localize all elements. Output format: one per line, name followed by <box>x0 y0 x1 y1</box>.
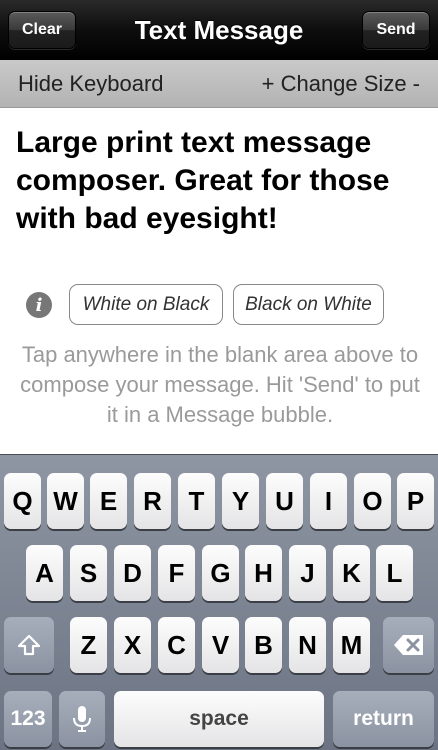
info-icon[interactable]: i <box>26 292 52 318</box>
key-g[interactable]: G <box>202 545 239 601</box>
key-a[interactable]: A <box>26 545 63 601</box>
key-i[interactable]: I <box>310 473 347 529</box>
key-x[interactable]: X <box>114 617 151 673</box>
white-on-black-button[interactable]: White on Black <box>69 284 223 325</box>
key-y[interactable]: Y <box>222 473 259 529</box>
send-button[interactable]: Send <box>362 11 430 49</box>
key-o[interactable]: O <box>354 473 391 529</box>
return-key[interactable]: return <box>333 691 434 747</box>
key-c[interactable]: C <box>158 617 195 673</box>
key-h[interactable]: H <box>245 545 282 601</box>
clear-button[interactable]: Clear <box>8 11 76 49</box>
black-on-white-button[interactable]: Black on White <box>233 284 384 325</box>
key-q[interactable]: Q <box>4 473 41 529</box>
key-w[interactable]: W <box>47 473 84 529</box>
key-d[interactable]: D <box>114 545 151 601</box>
key-l[interactable]: L <box>376 545 413 601</box>
microphone-icon <box>73 706 91 732</box>
microphone-key[interactable] <box>59 691 105 747</box>
toolbar: Hide Keyboard + Change Size - <box>0 60 438 108</box>
hide-keyboard-button[interactable]: Hide Keyboard <box>18 71 164 97</box>
key-s[interactable]: S <box>70 545 107 601</box>
key-k[interactable]: K <box>333 545 370 601</box>
keyboard: Q W E R T Y U I O P A S D F G H J K L Z … <box>0 454 438 750</box>
delete-key[interactable] <box>383 617 434 673</box>
key-j[interactable]: J <box>289 545 326 601</box>
change-size-control[interactable]: + Change Size - <box>262 71 420 97</box>
key-v[interactable]: V <box>202 617 239 673</box>
shift-icon <box>17 634 41 656</box>
shift-key[interactable] <box>4 617 54 673</box>
key-f[interactable]: F <box>158 545 195 601</box>
numbers-key[interactable]: 123 <box>4 691 52 747</box>
space-key[interactable]: space <box>114 691 324 747</box>
key-n[interactable]: N <box>289 617 326 673</box>
instructions-text: Tap anywhere in the blank area above to … <box>20 342 420 427</box>
key-m[interactable]: M <box>333 617 370 673</box>
key-e[interactable]: E <box>90 473 127 529</box>
key-u[interactable]: U <box>266 473 303 529</box>
key-p[interactable]: P <box>397 473 434 529</box>
key-z[interactable]: Z <box>70 617 107 673</box>
message-text-area[interactable]: Large print text message composer. Great… <box>16 124 426 238</box>
key-r[interactable]: R <box>134 473 171 529</box>
page-title: Text Message <box>134 14 304 45</box>
delete-icon <box>393 635 423 655</box>
key-t[interactable]: T <box>178 473 215 529</box>
key-b[interactable]: B <box>245 617 282 673</box>
navigation-bar: Clear Text Message Send <box>0 0 438 60</box>
